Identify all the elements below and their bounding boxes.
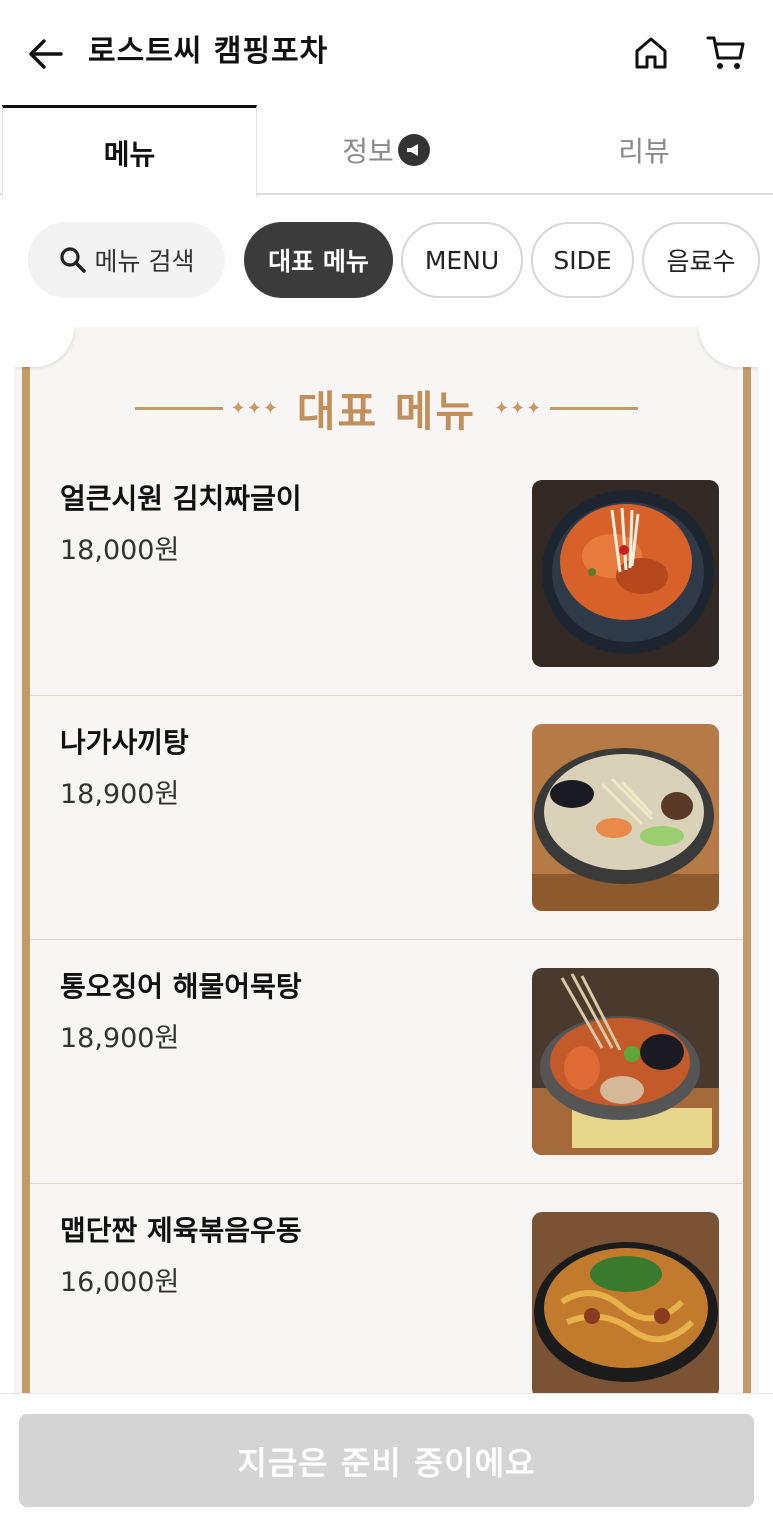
megaphone-icon <box>397 134 430 166</box>
menu-item-price: 18,000원 <box>60 535 180 566</box>
menu-search-label: 메뉴 검색 <box>94 247 195 276</box>
tab-menu-label: 메뉴 <box>103 137 156 171</box>
home-icon[interactable] <box>630 32 672 74</box>
kimchi-stew-photo <box>532 480 719 667</box>
page-title: 로스트씨 캠핑포차 <box>88 34 329 69</box>
menu-board-inner: ✦✦✦ 대표 메뉴 ✦✦✦ 얼큰시원 김치짜글이 18,000원 나가사끼탕 1… <box>30 327 743 1393</box>
spicy-pork-udon-photo <box>532 1212 719 1393</box>
menu-board: ✦✦✦ 대표 메뉴 ✦✦✦ 얼큰시원 김치짜글이 18,000원 나가사끼탕 1… <box>14 327 759 1393</box>
decorative-line <box>134 406 223 410</box>
tab-menu[interactable]: 메뉴 <box>2 105 257 197</box>
board-heading: ✦✦✦ 대표 메뉴 ✦✦✦ <box>30 377 743 439</box>
chip-drinks[interactable]: 음료수 <box>642 222 760 298</box>
chip-side[interactable]: SIDE <box>531 222 634 298</box>
decorative-diamonds: ✦✦✦ <box>230 397 279 419</box>
seafood-fishcake-soup-photo <box>532 968 719 1155</box>
order-button[interactable]: 지금은 준비 중이에요 <box>19 1414 754 1507</box>
decorative-line <box>550 406 639 410</box>
decorative-diamonds: ✦✦✦ <box>494 397 543 419</box>
chip-menu[interactable]: MENU <box>401 222 523 298</box>
tab-info-label: 정보 <box>342 135 394 168</box>
back-arrow-icon[interactable] <box>26 34 66 74</box>
tab-info[interactable]: 정보 <box>257 105 515 195</box>
cart-icon[interactable] <box>704 32 748 74</box>
menu-item-name: 나가사끼탕 <box>60 726 189 759</box>
nagasaki-soup-photo <box>532 724 719 911</box>
chip-featured-menu[interactable]: 대표 메뉴 <box>244 222 393 298</box>
tab-bar: 메뉴 정보 리뷰 <box>0 105 773 197</box>
board-frame-right <box>743 367 751 1393</box>
menu-item[interactable]: 나가사끼탕 18,900원 <box>30 696 743 940</box>
menu-item-price: 18,900원 <box>60 1023 180 1054</box>
category-chips: 메뉴 검색 대표 메뉴 MENU SIDE 음료수 <box>0 222 773 300</box>
search-icon <box>59 247 86 273</box>
app-header: 로스트씨 캠핑포차 <box>0 0 773 105</box>
menu-item-name: 맵단짠 제육볶음우동 <box>60 1214 302 1247</box>
board-title: 대표 메뉴 <box>296 386 477 436</box>
menu-search-button[interactable]: 메뉴 검색 <box>28 222 225 298</box>
menu-item-name: 통오징어 해물어묵탕 <box>60 970 302 1003</box>
board-frame-left <box>22 367 30 1393</box>
menu-item-price: 18,900원 <box>60 779 180 810</box>
menu-item[interactable]: 통오징어 해물어묵탕 18,900원 <box>30 940 743 1184</box>
menu-item-name: 얼큰시원 김치짜글이 <box>60 482 302 515</box>
menu-item-price: 16,000원 <box>60 1267 180 1298</box>
menu-item[interactable]: 얼큰시원 김치짜글이 18,000원 <box>30 452 743 696</box>
tab-review-label: 리뷰 <box>618 135 670 168</box>
tab-review[interactable]: 리뷰 <box>515 105 773 195</box>
bottom-bar: 지금은 준비 중이에요 <box>0 1393 773 1525</box>
menu-item[interactable]: 맵단짠 제육볶음우동 16,000원 <box>30 1184 743 1393</box>
